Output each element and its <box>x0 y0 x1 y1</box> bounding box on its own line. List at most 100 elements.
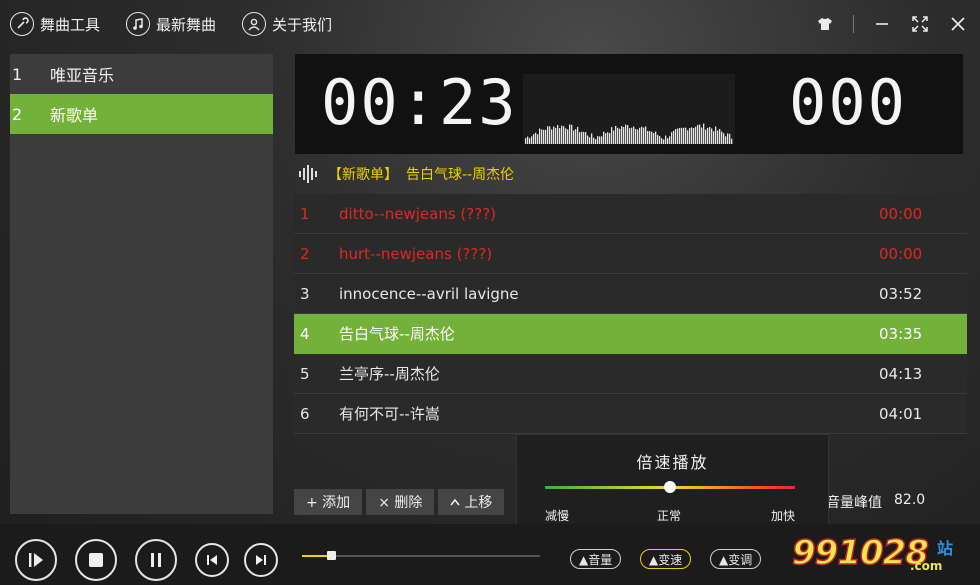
spectrum-bar <box>577 126 579 144</box>
wrench-icon <box>10 12 34 36</box>
spectrum-bar <box>623 126 625 144</box>
track-number: 6 <box>300 404 310 423</box>
now-playing-track: 告白气球--周杰伦 <box>406 167 515 183</box>
app-window: 舞曲工具 最新舞曲 关于我们 1 唯亚音乐 2 新歌单 00:23 000 【新… <box>0 0 980 585</box>
skip-back-icon <box>207 555 217 565</box>
spectrum-bar <box>663 139 665 144</box>
spectrum-bar <box>555 127 557 144</box>
spectrum-bar <box>695 126 697 144</box>
nav-about-us[interactable]: 关于我们 <box>242 12 332 36</box>
track-row-playing[interactable]: 4 告白气球--周杰伦 03:35 <box>294 314 967 354</box>
spectrum-bar <box>709 127 711 144</box>
spectrum-bar <box>681 127 683 144</box>
move-up-button[interactable]: 上移 <box>438 489 505 515</box>
nav-latest-dance[interactable]: 最新舞曲 <box>126 12 216 36</box>
spectrum-bar <box>627 125 629 144</box>
spectrum-bar <box>645 126 647 144</box>
now-playing-playlist: 【新歌单】 <box>328 167 398 183</box>
previous-button[interactable] <box>195 543 229 577</box>
spectrum-bar <box>687 130 689 144</box>
add-track-button[interactable]: + 添加 <box>294 489 363 515</box>
spectrum-bar <box>597 136 599 144</box>
track-number: 5 <box>300 364 310 383</box>
logo-text: 991028 <box>791 532 929 574</box>
spectrum-bar <box>673 130 675 144</box>
spectrum-bar <box>607 132 609 144</box>
spectrum-bar <box>717 130 719 144</box>
logo-domain: .com <box>910 559 943 573</box>
spectrum-bar <box>677 128 679 144</box>
spectrum-bar <box>541 129 543 144</box>
top-bar: 舞曲工具 最新舞曲 关于我们 <box>0 0 980 52</box>
spectrum-bar <box>683 127 685 144</box>
spectrum-bar <box>579 132 581 144</box>
spectrum-bar <box>719 128 721 144</box>
spectrum-bar <box>565 128 567 144</box>
track-row[interactable]: 3 innocence--avril lavigne 03:52 <box>294 274 967 314</box>
spectrum-bar <box>589 137 591 144</box>
volume-peak-value: 82.0 <box>894 492 926 508</box>
spectrum-bar <box>525 138 527 144</box>
volume-toggle[interactable]: ▲音量 <box>570 549 622 569</box>
playlist-item-selected[interactable]: 2 新歌单 <box>10 94 273 134</box>
playback-progress-knob[interactable] <box>326 551 336 560</box>
playlist-panel: 1 唯亚音乐 2 新歌单 <box>10 54 273 514</box>
spectrum-bar <box>595 139 597 144</box>
nav-about-us-label: 关于我们 <box>272 15 333 34</box>
pitch-toggle[interactable]: ▲变调 <box>710 549 762 569</box>
play-button[interactable] <box>15 539 57 581</box>
spectrum-bar <box>721 131 723 144</box>
playlist-item-number: 2 <box>12 104 23 124</box>
track-title: hurt--newjeans (???) <box>339 244 493 263</box>
nav-dance-tools[interactable]: 舞曲工具 <box>10 12 100 36</box>
close-icon[interactable] <box>948 14 968 34</box>
spectrum-bar <box>715 126 717 144</box>
spectrum-bar <box>531 136 533 144</box>
spectrum-bar <box>729 133 731 144</box>
track-title: 有何不可--许嵩 <box>339 405 440 423</box>
spectrum-bar <box>535 132 537 144</box>
music-note-icon <box>126 12 151 36</box>
spectrum-bar <box>617 127 619 144</box>
minimize-icon[interactable] <box>872 14 892 34</box>
spectrum-bar <box>549 126 551 144</box>
spectrum-bar <box>527 136 529 144</box>
track-row[interactable]: 1 ditto--newjeans (???) 00:00 <box>294 194 967 234</box>
playback-progress[interactable] <box>302 551 540 560</box>
track-row[interactable]: 5 兰亭序--周杰伦 04:13 <box>294 354 967 394</box>
track-title: ditto--newjeans (???) <box>339 204 497 223</box>
spectrum-bar <box>679 127 681 144</box>
user-icon <box>242 12 267 36</box>
spectrum-bar <box>553 126 555 144</box>
pause-button[interactable] <box>135 539 177 581</box>
spectrum-bar <box>557 125 559 144</box>
now-playing: 【新歌单】 告白气球--周杰伦 <box>298 162 514 186</box>
spectrum-bar <box>635 128 637 144</box>
stop-button[interactable] <box>75 539 117 581</box>
track-title: 告白气球--周杰伦 <box>339 325 455 343</box>
playlist-item-name: 新歌单 <box>50 106 99 125</box>
spectrum-bar <box>569 124 571 144</box>
next-button[interactable] <box>244 543 278 577</box>
spectrum-bar <box>669 136 671 144</box>
track-duration: 00:00 <box>879 244 923 263</box>
spectrum-bar <box>691 127 693 144</box>
track-duration: 03:35 <box>879 324 923 343</box>
track-row[interactable]: 2 hurt--newjeans (???) 00:00 <box>294 234 967 274</box>
tshirt-icon[interactable] <box>815 14 835 34</box>
spectrum-bar <box>543 129 545 144</box>
fullscreen-icon[interactable] <box>910 14 930 34</box>
spectrum-bar <box>583 131 585 144</box>
track-row[interactable]: 6 有何不可--许嵩 04:01 <box>294 394 967 434</box>
spectrum-bar <box>609 133 611 144</box>
spectrum-bar <box>591 133 593 144</box>
nav-latest-dance-label: 最新舞曲 <box>156 15 217 34</box>
playlist-item[interactable]: 1 唯亚音乐 <box>10 54 273 94</box>
spectrum-bar <box>707 127 709 144</box>
playlist-item-number: 1 <box>12 64 23 84</box>
delete-track-button[interactable]: × 删除 <box>366 489 435 515</box>
spectrum-bar <box>613 130 615 144</box>
speed-toggle[interactable]: ▲变速 <box>640 549 692 569</box>
speed-slider-knob[interactable] <box>664 481 676 493</box>
spectrum-bar <box>563 126 565 144</box>
